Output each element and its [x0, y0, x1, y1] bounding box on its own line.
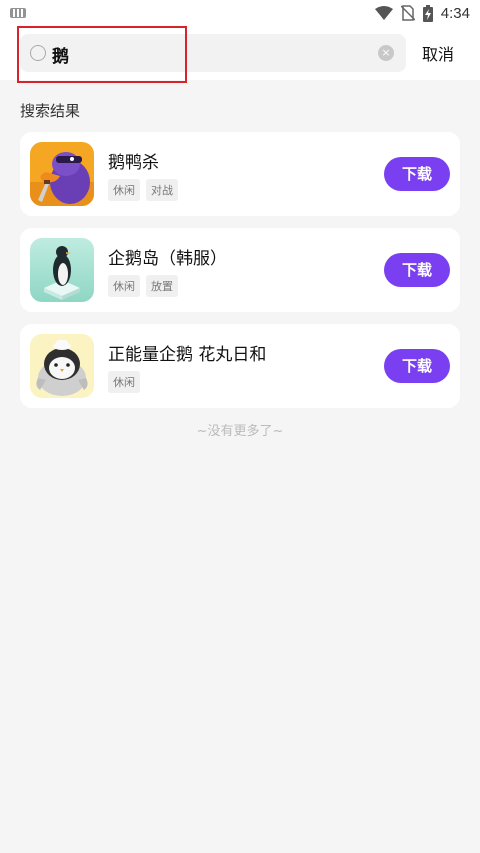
status-icons: 4:34 [374, 4, 470, 22]
app-name[interactable]: 鹅鸭杀 [108, 148, 159, 173]
app-card[interactable]: 正能量企鹅 花丸日和 休闲 下载 [20, 324, 460, 408]
clear-icon[interactable]: × [378, 45, 394, 61]
search-header: 鹅 × 取消 [0, 26, 480, 83]
download-button[interactable]: 下载 [384, 157, 450, 191]
app-name[interactable]: 正能量企鹅 花丸日和 [108, 340, 266, 365]
status-bar: 4:34 [0, 0, 480, 26]
tag-list: 休闲 放置 [108, 275, 178, 297]
tag-list: 休闲 对战 [108, 179, 178, 201]
app-name[interactable]: 企鹅岛（韩服） [108, 244, 227, 269]
tag-list: 休闲 [108, 371, 140, 393]
battery-charging-icon [422, 4, 433, 22]
download-button[interactable]: 下载 [384, 349, 450, 383]
penguin-isle-icon[interactable] [30, 238, 94, 302]
wifi-icon [374, 6, 393, 20]
tag: 对战 [146, 179, 178, 201]
tag: 放置 [146, 275, 178, 297]
no-sim-icon [400, 5, 415, 21]
download-button[interactable]: 下载 [384, 253, 450, 287]
no-more-results-text: ~没有更多了~ [196, 424, 284, 439]
search-query[interactable]: 鹅 [52, 42, 69, 67]
tag: 休闲 [108, 275, 140, 297]
clock: 4:34 [440, 4, 470, 22]
app-card[interactable]: 企鹅岛（韩服） 休闲 放置 下载 [20, 228, 460, 312]
duck-goose-icon[interactable] [30, 142, 94, 206]
cancel-button[interactable]: 取消 [422, 41, 454, 65]
tag: 休闲 [108, 371, 140, 393]
search-input[interactable]: 鹅 × [20, 34, 406, 72]
search-icon [30, 45, 46, 61]
section-title: 搜索结果 [20, 102, 81, 120]
app-card[interactable]: 鹅鸭杀 休闲 对战 下载 [20, 132, 460, 216]
positive-penguin-icon[interactable] [30, 334, 94, 398]
tag: 休闲 [108, 179, 140, 201]
keyboard-icon [10, 8, 26, 18]
